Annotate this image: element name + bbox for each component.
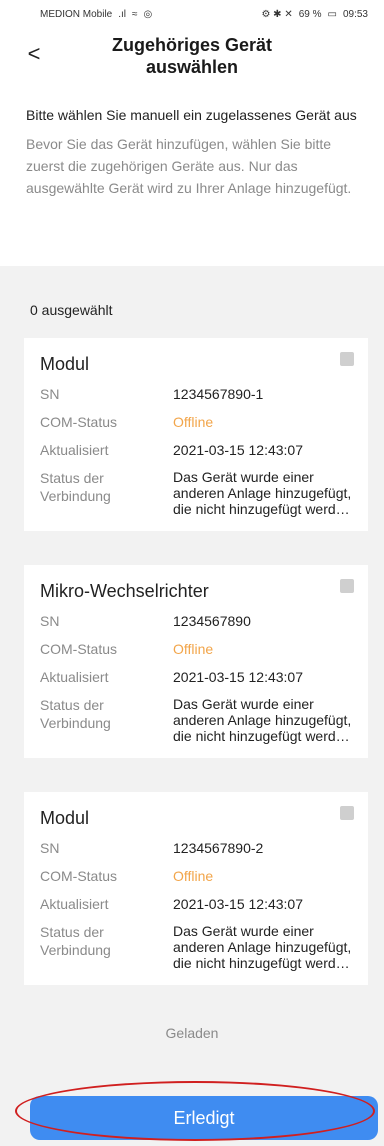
- battery-icon: ▭: [327, 8, 337, 20]
- connection-label: Status der Verbindung: [40, 924, 111, 958]
- updated-value: 2021-03-15 12:43:07: [173, 442, 303, 458]
- sn-value: 1234567890-1: [173, 386, 264, 402]
- clock: 09:53: [342, 8, 368, 20]
- sn-label: SN: [40, 840, 60, 856]
- device-card[interactable]: Modul SN 1234567890-2 COM-Status Offline…: [24, 792, 368, 985]
- connection-row: Status der Verbindung Das Gerät wurde ei…: [40, 469, 352, 517]
- carrier-label: MEDION Mobile: [40, 8, 113, 20]
- connection-value: Das Gerät wurde einer anderen Anlage hin…: [173, 696, 352, 744]
- intro-main-text: Bitte wählen Sie manuell ein zugelassene…: [26, 107, 357, 123]
- com-status-value: Offline: [173, 414, 214, 430]
- status-right: ⚙ ✱ ✕ 69 % ▭ 09:53: [261, 9, 368, 20]
- connection-label: Status der Verbindung: [40, 697, 111, 731]
- wifi-icon: ≈: [132, 8, 138, 20]
- select-checkbox[interactable]: [340, 806, 354, 820]
- vpn-icon: ◎: [143, 8, 153, 20]
- com-status-row: COM-Status Offline: [40, 640, 352, 658]
- signal-icon: .ıl: [118, 8, 127, 20]
- device-name: Modul: [40, 808, 90, 828]
- com-status-value: Offline: [173, 641, 214, 657]
- select-checkbox[interactable]: [340, 579, 354, 593]
- connection-label: Status der Verbindung: [40, 470, 111, 504]
- com-status-row: COM-Status Offline: [40, 867, 352, 885]
- status-icons: ⚙ ✱ ✕: [261, 8, 293, 20]
- sn-value: 1234567890-2: [173, 840, 264, 856]
- sn-row: SN 1234567890: [40, 612, 352, 630]
- updated-label: Aktualisiert: [40, 442, 109, 458]
- com-status-label: COM-Status: [40, 414, 118, 430]
- highlight-outline: [15, 1081, 375, 1141]
- sn-label: SN: [40, 613, 60, 629]
- device-card[interactable]: Mikro-Wechselrichter SN 1234567890 COM-S…: [24, 565, 368, 758]
- updated-row: Aktualisiert 2021-03-15 12:43:07: [40, 441, 352, 459]
- device-name: Modul: [40, 354, 90, 374]
- updated-row: Aktualisiert 2021-03-15 12:43:07: [40, 668, 352, 686]
- page-title: Zugehöriges Gerät auswählen: [111, 35, 273, 77]
- connection-row: Status der Verbindung Das Gerät wurde ei…: [40, 696, 352, 744]
- com-status-label: COM-Status: [40, 641, 118, 657]
- updated-value: 2021-03-15 12:43:07: [173, 896, 303, 912]
- device-name: Mikro-Wechselrichter: [40, 581, 209, 601]
- updated-row: Aktualisiert 2021-03-15 12:43:07: [40, 895, 352, 913]
- loaded-text: Geladen: [165, 1025, 219, 1041]
- com-status-row: COM-Status Offline: [40, 413, 352, 431]
- connection-value: Das Gerät wurde einer anderen Anlage hin…: [173, 923, 352, 971]
- intro-description: Bevor Sie das Gerät hinzufügen, wählen S…: [26, 136, 352, 196]
- section-gap: [0, 266, 384, 282]
- updated-label: Aktualisiert: [40, 669, 109, 685]
- sn-value: 1234567890: [173, 613, 251, 629]
- sn-row: SN 1234567890-2: [40, 839, 352, 857]
- device-card[interactable]: Modul SN 1234567890-1 COM-Status Offline…: [24, 338, 368, 531]
- sn-label: SN: [40, 386, 60, 402]
- com-status-value: Offline: [173, 868, 214, 884]
- updated-value: 2021-03-15 12:43:07: [173, 669, 303, 685]
- updated-label: Aktualisiert: [40, 896, 109, 912]
- connection-value: Das Gerät wurde einer anderen Anlage hin…: [173, 469, 352, 517]
- selection-count: 0 ausgewählt: [0, 282, 384, 338]
- battery-percentage: 69 %: [298, 8, 322, 20]
- app-header: < Zugehöriges Gerät auswählen: [0, 28, 384, 84]
- select-checkbox[interactable]: [340, 352, 354, 366]
- connection-row: Status der Verbindung Das Gerät wurde ei…: [40, 923, 352, 971]
- intro-section: Bitte wählen Sie manuell ein zugelassene…: [0, 84, 384, 266]
- com-status-label: COM-Status: [40, 868, 118, 884]
- status-bar: MEDION Mobile .ıl ≈ ◎ ⚙ ✱ ✕ 69 % ▭ 09:53: [0, 0, 384, 28]
- sn-row: SN 1234567890-1: [40, 385, 352, 403]
- back-icon[interactable]: <: [22, 40, 46, 68]
- status-left: MEDION Mobile .ıl ≈ ◎: [40, 9, 152, 20]
